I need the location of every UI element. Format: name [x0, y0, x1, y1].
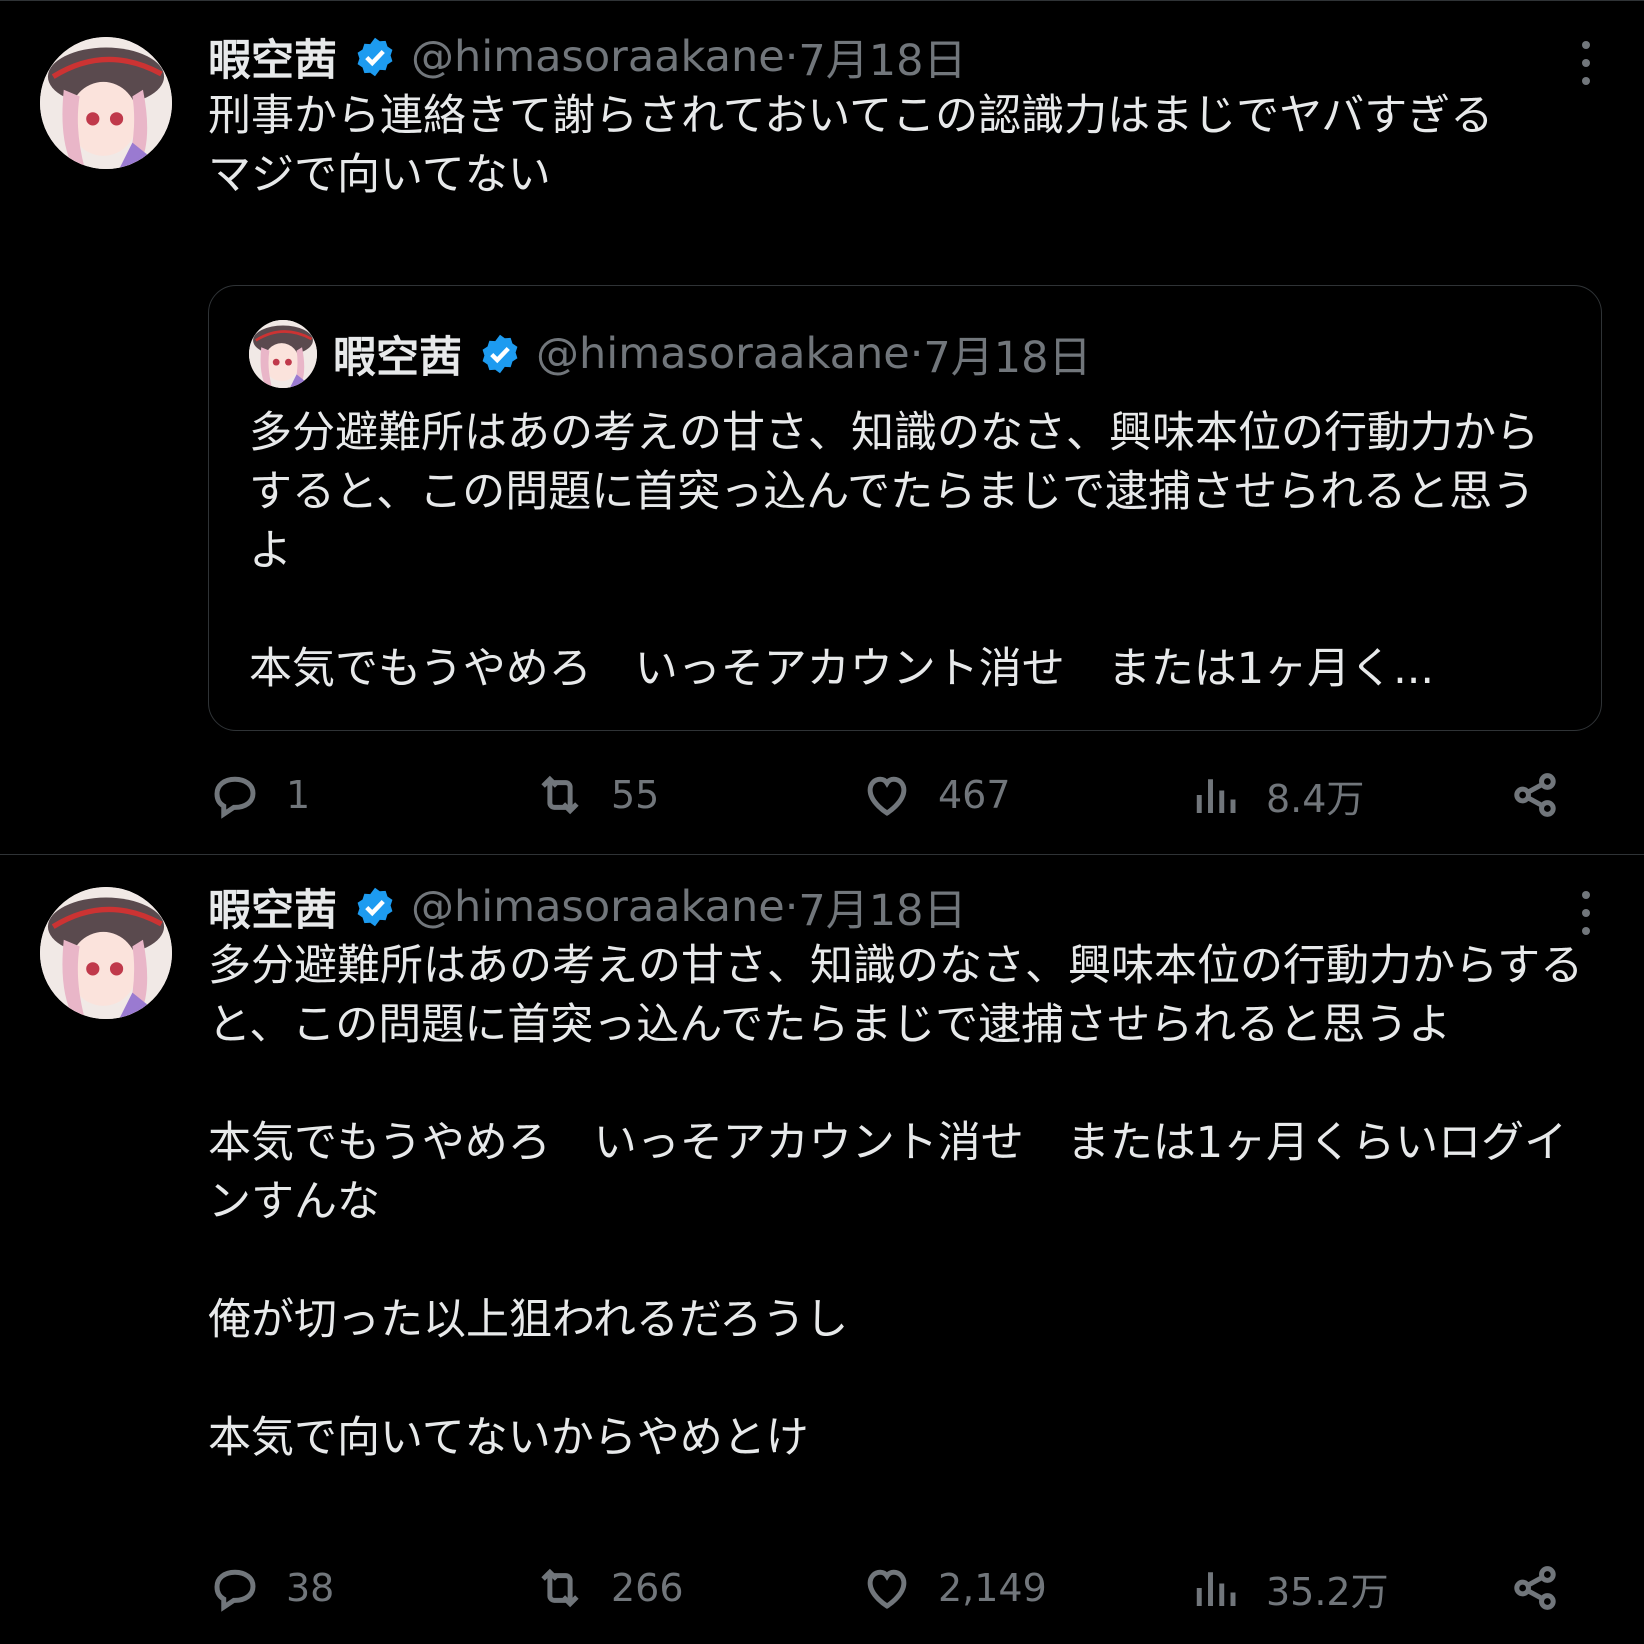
handle[interactable]: @himasoraakane — [411, 882, 785, 932]
quoted-display-name: 暇空茜 — [333, 333, 462, 383]
repost-icon — [541, 1568, 579, 1608]
like-count: 2,149 — [938, 1566, 1047, 1610]
meta-separator: · — [784, 32, 799, 82]
quoted-timestamp: 7月18日 — [923, 333, 1092, 383]
like-icon — [867, 1569, 907, 1609]
views-button[interactable]: 8.4万 — [1188, 765, 1364, 825]
tweet-header: 暇空茜 @himasoraakane · 7月18日 — [208, 27, 966, 87]
verified-badge-icon — [357, 887, 393, 927]
share-button[interactable] — [1508, 765, 1562, 825]
quoted-text: 多分避難所はあの考えの甘さ、知識のなさ、興味本位の行動力からすると、この問題に首… — [249, 408, 1539, 694]
tweet-text: 刑事から連絡きて謝らされておいてこの認識力はまじでヤバすぎる マジで向いてない — [208, 91, 1494, 200]
views-icon — [1196, 779, 1236, 813]
view-count: 8.4万 — [1266, 776, 1365, 821]
views-icon — [1196, 1572, 1236, 1606]
avatar-image — [40, 887, 172, 1019]
view-count: 35.2万 — [1266, 1569, 1389, 1614]
timestamp[interactable]: 7月18日 — [798, 876, 966, 938]
tweet-actions: 38 266 2,149 35.2万 — [208, 1558, 1568, 1618]
quoted-header: 暇空茜 @himasoraakane · 7月18日 — [333, 324, 1091, 384]
verified-badge-icon — [482, 334, 518, 374]
tweet-text: 多分避難所はあの考えの甘さ、知識のなさ、興味本位の行動力からすると、この問題に首… — [208, 941, 1584, 1463]
share-icon — [1514, 1566, 1556, 1610]
meta-separator: · — [909, 329, 924, 379]
like-icon — [867, 776, 907, 816]
avatar[interactable] — [40, 887, 172, 1019]
handle[interactable]: @himasoraakane — [411, 32, 785, 82]
share-icon — [1514, 773, 1556, 817]
repost-button[interactable]: 266 — [533, 1558, 684, 1618]
views-button[interactable]: 35.2万 — [1188, 1558, 1389, 1618]
like-button[interactable]: 467 — [860, 765, 1011, 825]
avatar-image — [40, 37, 172, 169]
tweet[interactable]: 暇空茜 @himasoraakane · 7月18日 多分避難所はあの考えの甘さ… — [0, 855, 1644, 1644]
reply-icon — [214, 1569, 256, 1612]
reply-count: 1 — [286, 773, 311, 817]
like-button[interactable]: 2,149 — [860, 1558, 1047, 1618]
avatar[interactable] — [40, 37, 172, 169]
more-icon[interactable] — [1580, 41, 1592, 85]
repost-count: 266 — [611, 1566, 684, 1610]
verified-badge-icon — [357, 37, 393, 77]
quoted-tweet[interactable]: 暇空茜 @himasoraakane · 7月18日 多分避難所はあの考えの甘さ… — [208, 285, 1602, 731]
reply-button[interactable]: 1 — [208, 765, 310, 825]
repost-icon — [541, 775, 579, 815]
quoted-handle: @himasoraakane — [536, 329, 910, 379]
timestamp[interactable]: 7月18日 — [798, 26, 966, 88]
reply-count: 38 — [286, 1566, 335, 1610]
tweet-actions: 1 55 467 8.4万 — [208, 765, 1568, 825]
share-button[interactable] — [1508, 1558, 1562, 1618]
meta-separator: · — [784, 882, 799, 932]
tweet-header: 暇空茜 @himasoraakane · 7月18日 — [208, 877, 966, 937]
avatar-image — [249, 320, 317, 388]
display-name[interactable]: 暇空茜 — [208, 876, 337, 938]
more-icon[interactable] — [1580, 891, 1592, 935]
tweet[interactable]: 暇空茜 @himasoraakane · 7月18日 刑事から連絡きて謝らされて… — [0, 0, 1644, 855]
reply-icon — [214, 776, 256, 819]
like-count: 467 — [938, 773, 1011, 817]
reply-button[interactable]: 38 — [208, 1558, 334, 1618]
quoted-avatar — [249, 320, 317, 388]
display-name[interactable]: 暇空茜 — [208, 26, 337, 88]
repost-count: 55 — [611, 773, 660, 817]
repost-button[interactable]: 55 — [533, 765, 659, 825]
